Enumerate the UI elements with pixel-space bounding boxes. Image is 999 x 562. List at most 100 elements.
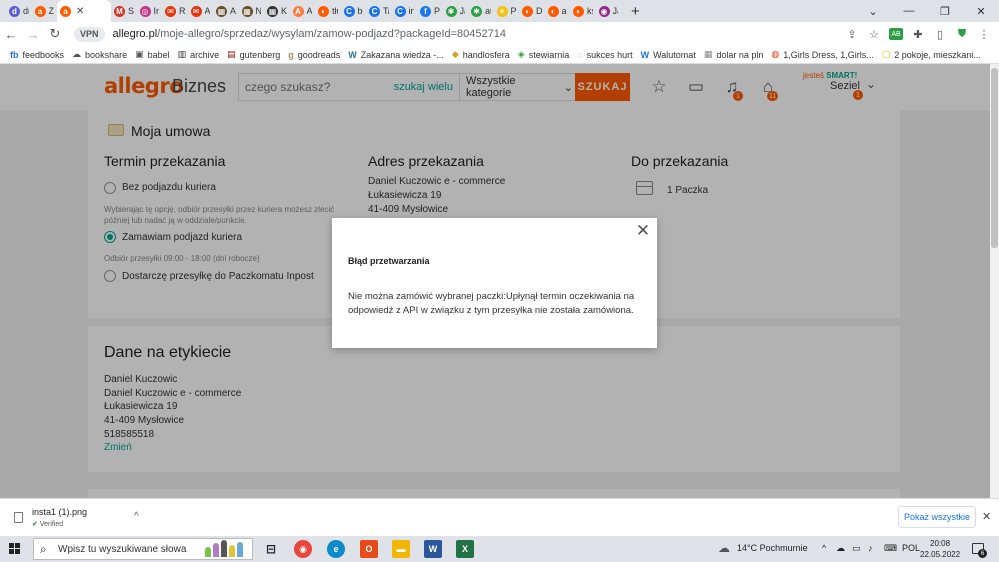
tab-favicon-icon: ✱ xyxy=(471,5,482,17)
chrome-icon[interactable]: ◉ xyxy=(294,540,312,558)
tab[interactable]: ✱au xyxy=(468,0,494,22)
edge-icon[interactable]: e xyxy=(327,540,345,558)
system-clock[interactable]: 20:08 22.05.2022 xyxy=(920,538,960,560)
word-icon[interactable]: W xyxy=(424,540,442,558)
volume-icon[interactable]: ♪ xyxy=(868,543,873,553)
keyboard-icon[interactable]: ⌨ xyxy=(884,543,897,554)
bookmark-star-icon[interactable]: ☆ xyxy=(867,27,881,41)
browser-toolbar: ← → ↻ VPN allegro.pl/moje-allegro/sprzed… xyxy=(0,22,999,46)
bookmark-item[interactable]: ▢ 2 pokoje, mieszkani... xyxy=(882,49,981,60)
language-indicator[interactable]: POL xyxy=(902,543,920,553)
tab-close-icon[interactable]: ✕ xyxy=(76,6,84,17)
weather-text[interactable]: 14°C Pochmurnie xyxy=(737,543,808,553)
bookmark-item[interactable]: ◌ sukces hurt xyxy=(577,50,632,60)
download-options-chevron-icon[interactable]: ^ xyxy=(134,511,139,522)
tab[interactable]: ▦An xyxy=(213,0,239,22)
forward-arrow-icon[interactable]: → xyxy=(22,22,44,46)
tab-favicon-icon: ◎ xyxy=(139,5,151,17)
tab[interactable]: ◉Jal xyxy=(596,0,622,22)
bookmark-item[interactable]: fb feedbooks xyxy=(10,50,64,60)
vpn-badge[interactable]: VPN xyxy=(74,26,105,42)
tab[interactable]: ◐Dl xyxy=(519,0,545,22)
tab-title: Za xyxy=(48,6,55,16)
file-icon xyxy=(14,512,23,523)
extensions-puzzle-icon[interactable]: ✚ xyxy=(911,27,925,41)
restore-button[interactable]: ❐ xyxy=(927,0,963,22)
tab[interactable]: ◐a5 xyxy=(545,0,571,22)
tab[interactable]: ddrı xyxy=(6,0,32,22)
tab[interactable]: ◎Ins xyxy=(137,0,163,22)
network-icon[interactable]: ▭ xyxy=(852,543,861,554)
excel-icon[interactable]: X xyxy=(456,540,474,558)
bookmark-item[interactable]: ◆ handlosfera xyxy=(452,49,510,60)
office-icon[interactable]: O xyxy=(360,540,378,558)
bookmark-item[interactable]: ◈ stewiarnia xyxy=(518,49,569,60)
bookmark-label: 1,Girls Dress, 1,Girls... xyxy=(783,49,874,60)
bookmark-item[interactable]: W Walutomat xyxy=(641,50,696,60)
address-bar[interactable]: allegro.pl/moje-allegro/sprzedaz/wysylam… xyxy=(113,28,506,40)
tab-favicon-icon: ◐ xyxy=(318,5,329,17)
tab-favicon-icon: C xyxy=(394,5,406,17)
page-scrollbar-thumb[interactable] xyxy=(991,68,998,248)
tab-favicon-icon: ✱ xyxy=(445,5,457,17)
bookmark-item[interactable]: ▣ babel xyxy=(135,49,170,60)
close-window-button[interactable]: ✕ xyxy=(963,0,999,22)
weather-cloud-icon[interactable]: ☁ xyxy=(718,541,730,555)
tray-chevron-up-icon[interactable]: ^ xyxy=(822,543,826,553)
extension-adblock-icon[interactable]: AB xyxy=(889,28,903,40)
new-tab-button[interactable]: + xyxy=(631,3,640,20)
tab[interactable]: aZa xyxy=(32,0,58,22)
tab[interactable]: ✉Re xyxy=(162,0,188,22)
tab[interactable]: AAn xyxy=(290,0,316,22)
bookmark-icon: W xyxy=(640,49,650,60)
tab-favicon-icon: a xyxy=(60,5,71,17)
browser-tab-strip: ddrıaZaa✕MSp◎Ins✉Re✉Ali▦An▦Na▦KDAAn◐tłuC… xyxy=(0,0,999,22)
tab[interactable]: ▦KD xyxy=(264,0,290,22)
bookmark-item[interactable]: ▦ dolar na pln xyxy=(704,49,764,60)
tab[interactable]: ✱Jal xyxy=(443,0,469,22)
download-filename[interactable]: insta1 (1).png xyxy=(32,507,87,517)
tab-favicon-icon: ◉ xyxy=(598,5,610,17)
tab[interactable]: ✳Pa xyxy=(494,0,520,22)
bookmark-label: Zakazana wiedza -... xyxy=(360,49,444,60)
windows-start-icon[interactable] xyxy=(9,543,21,555)
tab[interactable]: CTal xyxy=(366,0,392,22)
show-all-downloads-button[interactable]: Pokaż wszystkie xyxy=(898,506,976,528)
bookmark-label: stewiarnia xyxy=(528,49,570,60)
reload-icon[interactable]: ↻ xyxy=(44,22,66,46)
cloud-sync-icon[interactable]: ☁ xyxy=(836,543,845,554)
close-download-bar-button[interactable]: ✕ xyxy=(982,510,991,523)
task-view-icon[interactable]: ⊟ xyxy=(262,540,280,558)
bookmark-item[interactable]: ▤ gutenberg xyxy=(227,49,280,60)
tab-favicon-icon: d xyxy=(9,5,20,17)
tab[interactable]: MSp xyxy=(111,0,137,22)
sidebar-icon[interactable]: ▯ xyxy=(933,27,947,41)
tab-active[interactable]: a ✕ xyxy=(57,0,111,22)
bookmark-label: bookshare xyxy=(85,49,128,60)
bookmark-item[interactable]: g goodreads xyxy=(288,50,340,60)
tab-title: Tal xyxy=(383,6,389,16)
share-icon[interactable]: ⇪ xyxy=(845,27,859,41)
shield-icon[interactable]: ⛊ xyxy=(955,27,969,41)
bookmark-item[interactable]: ▥ archive xyxy=(178,49,220,60)
minimize-button[interactable]: — xyxy=(891,0,927,22)
bookmark-item[interactable]: ☁ bookshare xyxy=(72,49,127,60)
toolbar-actions: ⇪ ☆ AB ✚ ▯ ⛊ ⋮ xyxy=(845,22,991,46)
tab[interactable]: ▦Na xyxy=(239,0,265,22)
error-modal: ✕ Błąd przetwarzania Nie można zamówić w… xyxy=(332,218,657,348)
tab[interactable]: Cins xyxy=(392,0,418,22)
tab[interactable]: ✉Ali xyxy=(188,0,214,22)
back-arrow-icon[interactable]: ← xyxy=(0,22,22,46)
menu-kebab-icon[interactable]: ⋮ xyxy=(977,27,991,41)
download-status: ✔ Verified xyxy=(32,520,63,528)
bookmark-item[interactable]: ◍ 1,Girls Dress, 1,Girls... xyxy=(771,49,873,60)
tab[interactable]: ◐tłu xyxy=(315,0,341,22)
bookmark-item[interactable]: W Zakazana wiedza -... xyxy=(348,50,444,60)
tab[interactable]: fPri xyxy=(417,0,443,22)
tab-search-icon[interactable]: ⌄ xyxy=(855,0,891,22)
close-icon[interactable]: ✕ xyxy=(635,222,651,240)
bookmark-label: babel xyxy=(147,49,170,60)
tab[interactable]: ◐ksi xyxy=(570,0,596,22)
tab[interactable]: Cbo xyxy=(341,0,367,22)
file-explorer-icon[interactable]: ▬ xyxy=(392,540,410,558)
